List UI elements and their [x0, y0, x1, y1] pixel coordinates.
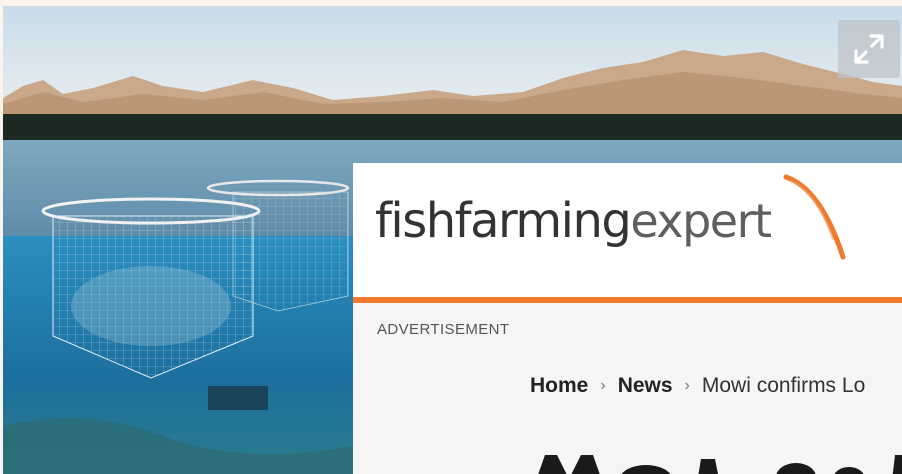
breadcrumb-home[interactable]: Home [530, 374, 588, 398]
breadcrumb: Home › News › Mowi confirms Lo [530, 374, 865, 398]
breadcrumb-news[interactable]: News [618, 374, 673, 398]
site-header: fishfarmingexpert [353, 163, 902, 303]
site-logo[interactable]: fishfarmingexpert [375, 191, 772, 251]
breadcrumb-current: Mowi confirms Lo [701, 374, 866, 397]
logo-text-light: expert [630, 194, 772, 248]
expand-icon [854, 34, 884, 64]
chevron-right-icon: › [600, 377, 606, 394]
advertisement-label: ADVERTISEMENT [377, 321, 510, 338]
page-overlay-panel: fishfarmingexpert ADVERTISEMENT Home › N… [353, 163, 902, 474]
article-headline-top [538, 455, 902, 474]
chevron-right-icon: › [684, 377, 690, 394]
logo-text-bold: fishfarming [375, 193, 632, 249]
fullscreen-button[interactable] [838, 20, 900, 78]
logo-swoosh-icon [783, 174, 846, 260]
